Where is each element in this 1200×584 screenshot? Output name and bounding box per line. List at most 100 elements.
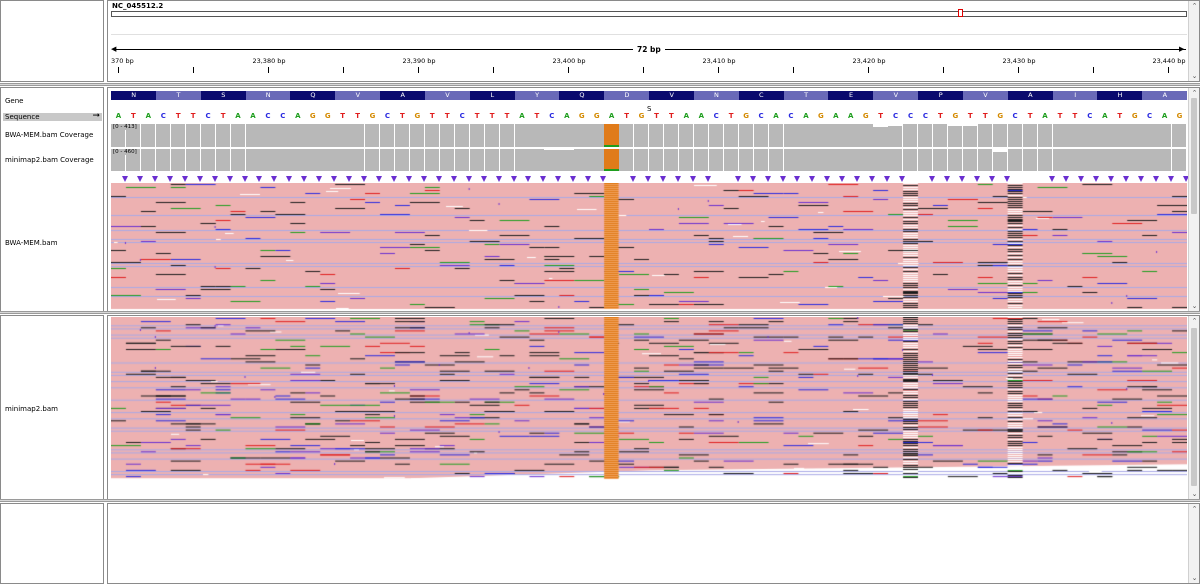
coverage-bar[interactable] (858, 124, 873, 147)
sequence-track-row[interactable]: Sequence ➞ (3, 112, 102, 121)
insertion-marker-icon[interactable] (958, 176, 965, 182)
coverage-bar[interactable] (439, 124, 455, 147)
amino-acid-cell[interactable]: N (693, 91, 740, 100)
coverage-bar[interactable] (200, 149, 215, 171)
coverage-bar[interactable] (409, 124, 425, 147)
minimap2-coverage-label[interactable]: minimap2.bam Coverage (5, 156, 94, 164)
coverage-bar[interactable] (365, 124, 380, 147)
insertion-marker-icon[interactable] (585, 176, 592, 182)
insertion-marker-icon[interactable] (241, 176, 248, 182)
coverage-bar[interactable] (753, 124, 768, 147)
coverage-bar[interactable] (932, 124, 948, 147)
coverage-bar[interactable] (977, 149, 993, 171)
insertion-marker-icon[interactable] (435, 176, 442, 182)
insertion-marker-icon[interactable] (226, 176, 233, 182)
coverage-bar[interactable] (155, 124, 171, 147)
amino-acid-cell[interactable]: P (918, 91, 964, 100)
coverage-bar[interactable] (858, 149, 873, 171)
chromosome-label[interactable]: NC_045512.2 (112, 2, 163, 10)
amino-acid-cell[interactable]: Q (290, 91, 336, 100)
scroll-down-icon[interactable]: ⌄ (1190, 490, 1199, 498)
coverage-bar[interactable] (649, 149, 664, 171)
insertion-marker-icon[interactable] (689, 176, 696, 182)
insertion-marker-icon[interactable] (869, 176, 876, 182)
coverage-bar[interactable] (1037, 124, 1052, 147)
insertion-marker-icon[interactable] (1138, 176, 1145, 182)
sequence-track[interactable]: ATACTTCTAACCAGGTTGCTGTTCTTTATCAGGATGTTAA… (111, 112, 1187, 122)
coverage-bar[interactable] (140, 124, 156, 147)
insertion-marker-icon[interactable] (495, 176, 502, 182)
amino-acid-cell[interactable]: V (335, 91, 381, 100)
coverage-bar[interactable] (708, 149, 724, 171)
scroll-up-icon[interactable]: ⌃ (1190, 505, 1199, 513)
coverage-bar[interactable] (768, 149, 783, 171)
insertion-marker-icon[interactable] (764, 176, 771, 182)
coverage-bar[interactable] (604, 124, 619, 147)
coverage-bar[interactable] (544, 124, 559, 147)
coverage-bar[interactable] (1022, 124, 1037, 147)
scroll-down-icon[interactable]: ⌄ (1190, 302, 1199, 310)
coverage-bar[interactable] (828, 124, 843, 147)
amino-acid-cell[interactable]: Y (514, 91, 560, 100)
coverage-bar[interactable] (484, 149, 499, 171)
insertion-marker-icon[interactable] (256, 176, 263, 182)
insertion-marker-icon[interactable] (794, 176, 801, 182)
insertion-marker-icon[interactable] (839, 176, 846, 182)
coverage-bar[interactable] (424, 149, 440, 171)
insertion-marker-icon[interactable] (136, 176, 143, 182)
ruler-scrollbar[interactable]: ⌃ ⌄ (1188, 1, 1199, 81)
coverage-bar[interactable] (484, 124, 499, 147)
insertion-marker-icon[interactable] (316, 176, 323, 182)
coverage-bar[interactable] (693, 124, 709, 147)
coverage-bar[interactable] (574, 149, 589, 171)
insertion-marker-icon[interactable] (181, 176, 188, 182)
coverage-bar[interactable] (798, 149, 813, 171)
coverage-bar[interactable] (813, 149, 828, 171)
amino-acid-cell[interactable]: A (380, 91, 426, 100)
coverage-bar[interactable] (798, 124, 813, 147)
coverage-bar[interactable] (454, 124, 470, 147)
coverage-bar[interactable] (693, 149, 709, 171)
insertion-marker-icon[interactable] (346, 176, 353, 182)
amino-acid-cell[interactable]: T (783, 91, 829, 100)
coverage-bar[interactable] (559, 150, 574, 171)
coverage-bar[interactable] (873, 149, 888, 171)
coverage-bar[interactable] (843, 149, 858, 171)
coverage-bar[interactable] (365, 149, 380, 171)
coverage-bar[interactable] (499, 149, 514, 171)
insertion-marker-icon[interactable] (151, 176, 158, 182)
insertion-marker-icon[interactable] (390, 176, 397, 182)
amino-acid-cell[interactable]: H (1097, 91, 1143, 100)
coverage-bar[interactable] (663, 149, 679, 171)
scroll-up-icon[interactable]: ⌃ (1190, 89, 1199, 97)
amino-acid-cell[interactable]: D (604, 91, 650, 100)
coverage-bar[interactable] (813, 124, 828, 147)
insertion-markers[interactable] (111, 175, 1189, 183)
coverage-bar[interactable] (1052, 124, 1067, 147)
coverage-bar[interactable] (185, 124, 201, 147)
amino-acid-cell[interactable]: A (1007, 91, 1053, 100)
coverage-bar[interactable] (977, 124, 993, 147)
insertion-marker-icon[interactable] (570, 176, 577, 182)
coverage-bar[interactable] (783, 149, 798, 171)
coverage-bar[interactable] (1142, 124, 1157, 147)
coverage-bar[interactable] (454, 149, 470, 171)
coverage-bar[interactable] (1157, 149, 1172, 171)
insertion-marker-icon[interactable] (271, 176, 278, 182)
coverage-bar[interactable] (903, 124, 918, 147)
coverage-bar[interactable] (170, 124, 186, 147)
coverage-bar[interactable] (888, 126, 903, 147)
coverage-bar[interactable] (589, 149, 604, 171)
coverage-bar[interactable] (738, 149, 753, 171)
insertion-marker-icon[interactable] (1078, 176, 1085, 182)
insertion-marker-icon[interactable] (704, 176, 711, 182)
coverage-bar[interactable] (723, 149, 739, 171)
coverage-bar[interactable] (260, 124, 275, 147)
insertion-marker-icon[interactable] (719, 176, 726, 182)
amino-acid-cell[interactable]: C (738, 91, 784, 100)
coverage-bar[interactable] (947, 125, 963, 147)
coverage-bar[interactable] (155, 149, 171, 171)
coverage-bar[interactable] (1067, 124, 1082, 147)
coverage-bar[interactable] (424, 124, 440, 147)
insertion-marker-icon[interactable] (988, 176, 995, 182)
